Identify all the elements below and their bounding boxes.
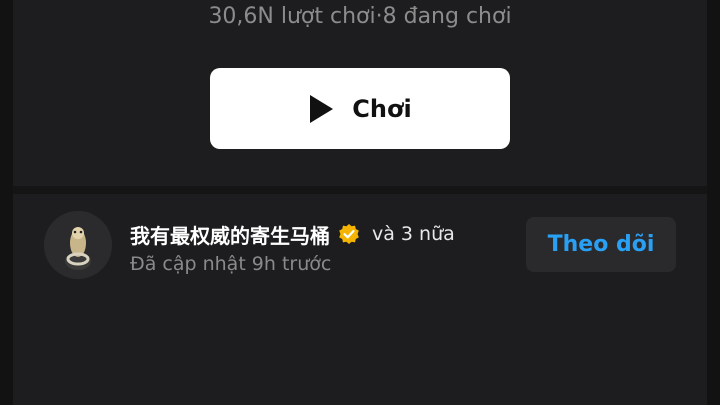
avatar-image — [44, 211, 112, 279]
play-button-label: Chơi — [352, 94, 412, 123]
creator-name[interactable]: 我有最权威的寄生马桶 — [130, 220, 330, 249]
more-creators-link[interactable]: và 3 nữa — [372, 223, 455, 245]
creator-line: 我有最权威的寄生马桶 và 3 nữa — [130, 219, 455, 249]
play-button[interactable]: Chơi — [210, 68, 510, 149]
game-stats: 30,6N lượt chơi·8 đang chơi — [208, 4, 512, 29]
screen-frame — [13, 0, 707, 405]
section-divider — [13, 186, 707, 194]
play-icon — [310, 94, 334, 123]
follow-button[interactable]: Theo dõi — [526, 217, 676, 272]
verified-badge-icon — [339, 224, 359, 244]
creator-avatar[interactable] — [44, 211, 112, 279]
updated-time: Đã cập nhật 9h trước — [130, 253, 332, 275]
